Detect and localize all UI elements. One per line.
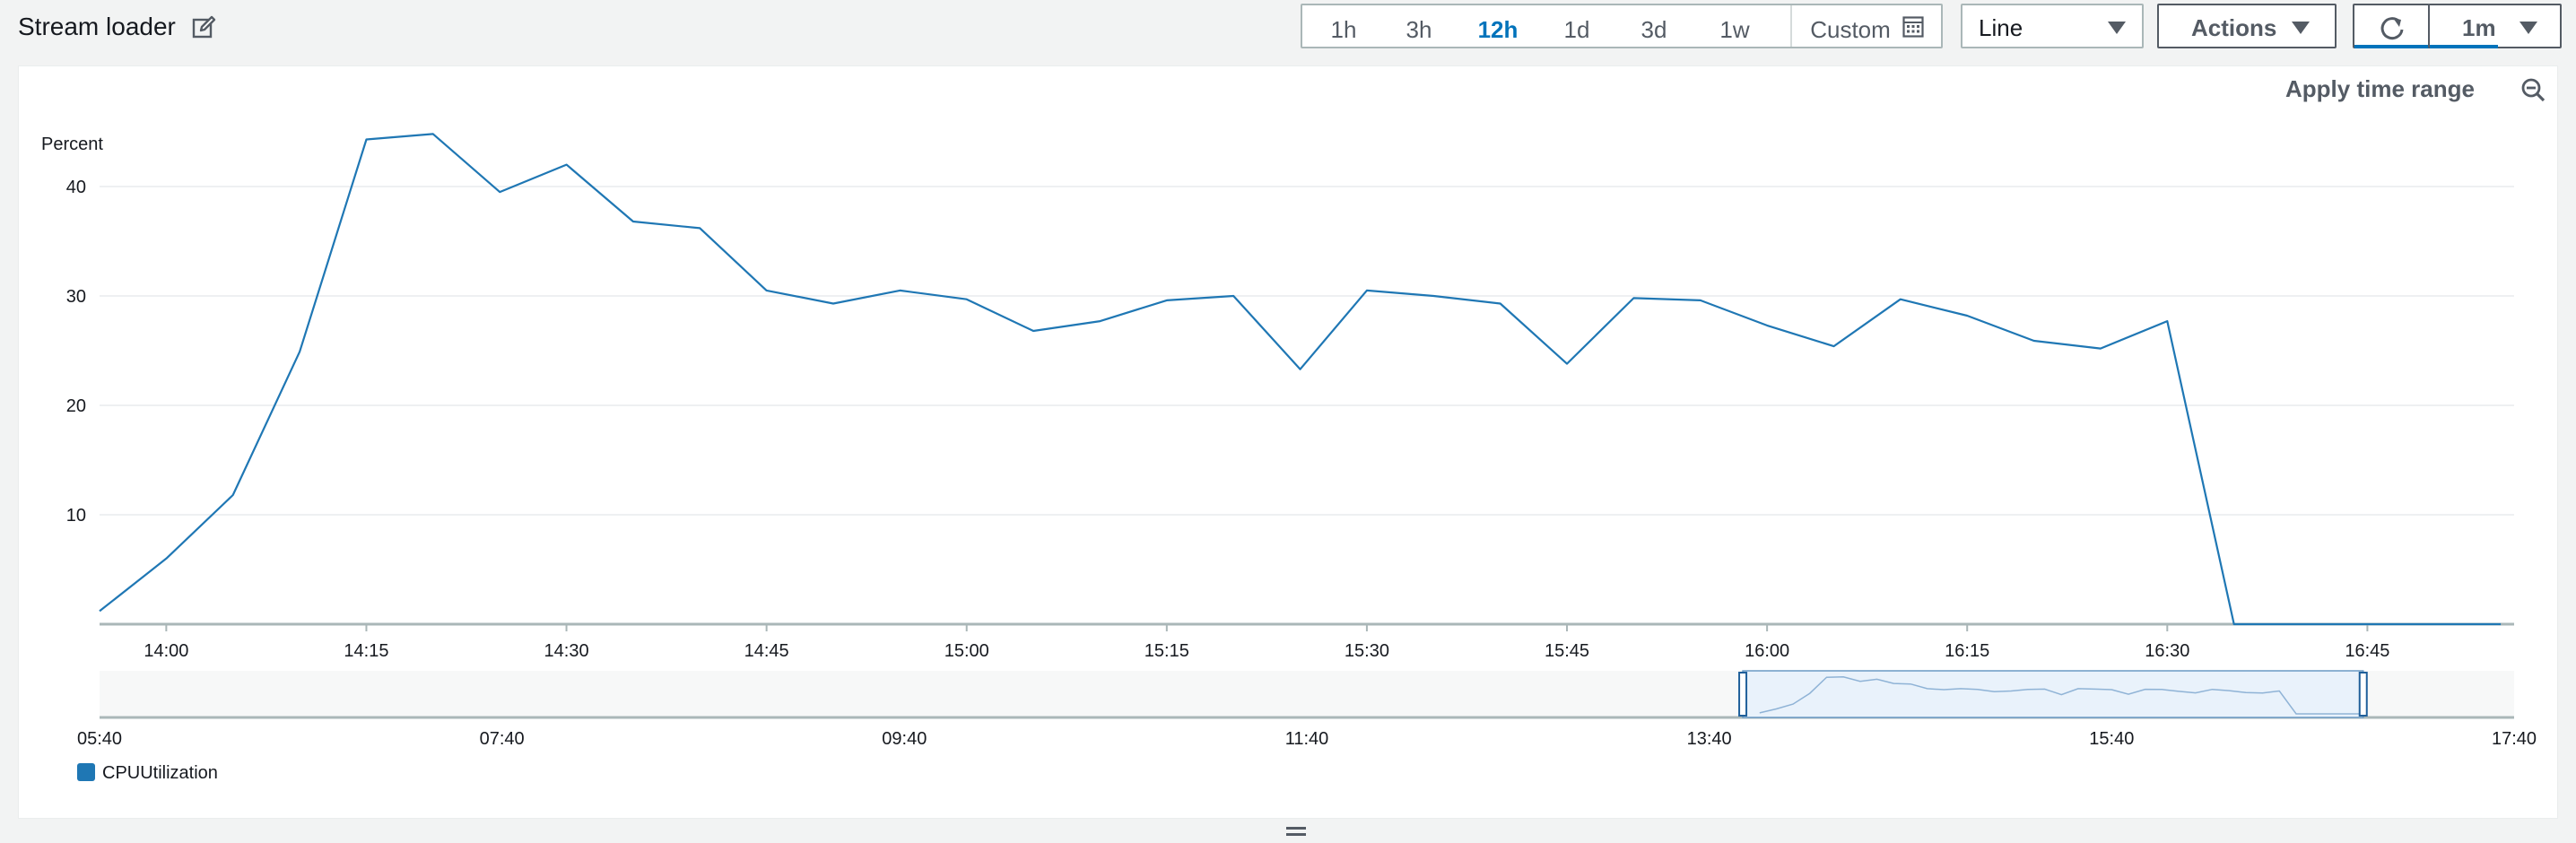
- y-tick-label: 10: [66, 506, 86, 526]
- overview-x-tick-label: 13:40: [1687, 729, 1732, 749]
- legend-label: CPUUtilization: [102, 763, 218, 783]
- overview-drag-handle: [1738, 672, 1748, 717]
- x-tick-label: 16:45: [2345, 641, 2389, 661]
- overview-x-tick-label: 05:40: [77, 729, 122, 749]
- x-tick-label: 14:15: [344, 641, 388, 661]
- resize-handle-icon[interactable]: [1286, 827, 1306, 838]
- x-tick-label: 14:30: [544, 641, 589, 661]
- chart-area[interactable]: Percent 10 20 30 40 14:00 14:15 14:30 14:45 15:00…: [0, 0, 2576, 843]
- x-tick-label: 15:30: [1345, 641, 1389, 661]
- overview-x-tick-label: 07:40: [480, 729, 525, 749]
- y-tick-label: 20: [66, 396, 86, 416]
- y-axis-label: Percent: [41, 135, 103, 154]
- legend-swatch: [77, 763, 95, 781]
- overview-x-tick-label: 11:40: [1285, 729, 1329, 749]
- x-tick-label: 15:45: [1545, 641, 1589, 661]
- x-tick-label: 15:15: [1144, 641, 1189, 661]
- series-line-cpuutilization: [99, 133, 2502, 626]
- overview-drag-handle: [2358, 672, 2368, 717]
- x-tick-label: 15:00: [944, 641, 989, 661]
- x-tick-label: 14:45: [744, 641, 789, 661]
- overview-x-tick-label: 17:40: [2492, 729, 2537, 749]
- y-tick-label: 30: [66, 287, 86, 307]
- overview-x-tick-label: 15:40: [2089, 729, 2134, 749]
- x-tick-label: 14:00: [144, 641, 188, 661]
- y-tick-label: 40: [66, 178, 86, 197]
- x-tick-label: 16:30: [2145, 641, 2189, 661]
- overview-selection-window: [1742, 670, 2364, 718]
- overview-x-tick-label: 09:40: [882, 729, 927, 749]
- x-tick-label: 16:15: [1945, 641, 1989, 661]
- x-tick-label: 16:00: [1745, 641, 1789, 661]
